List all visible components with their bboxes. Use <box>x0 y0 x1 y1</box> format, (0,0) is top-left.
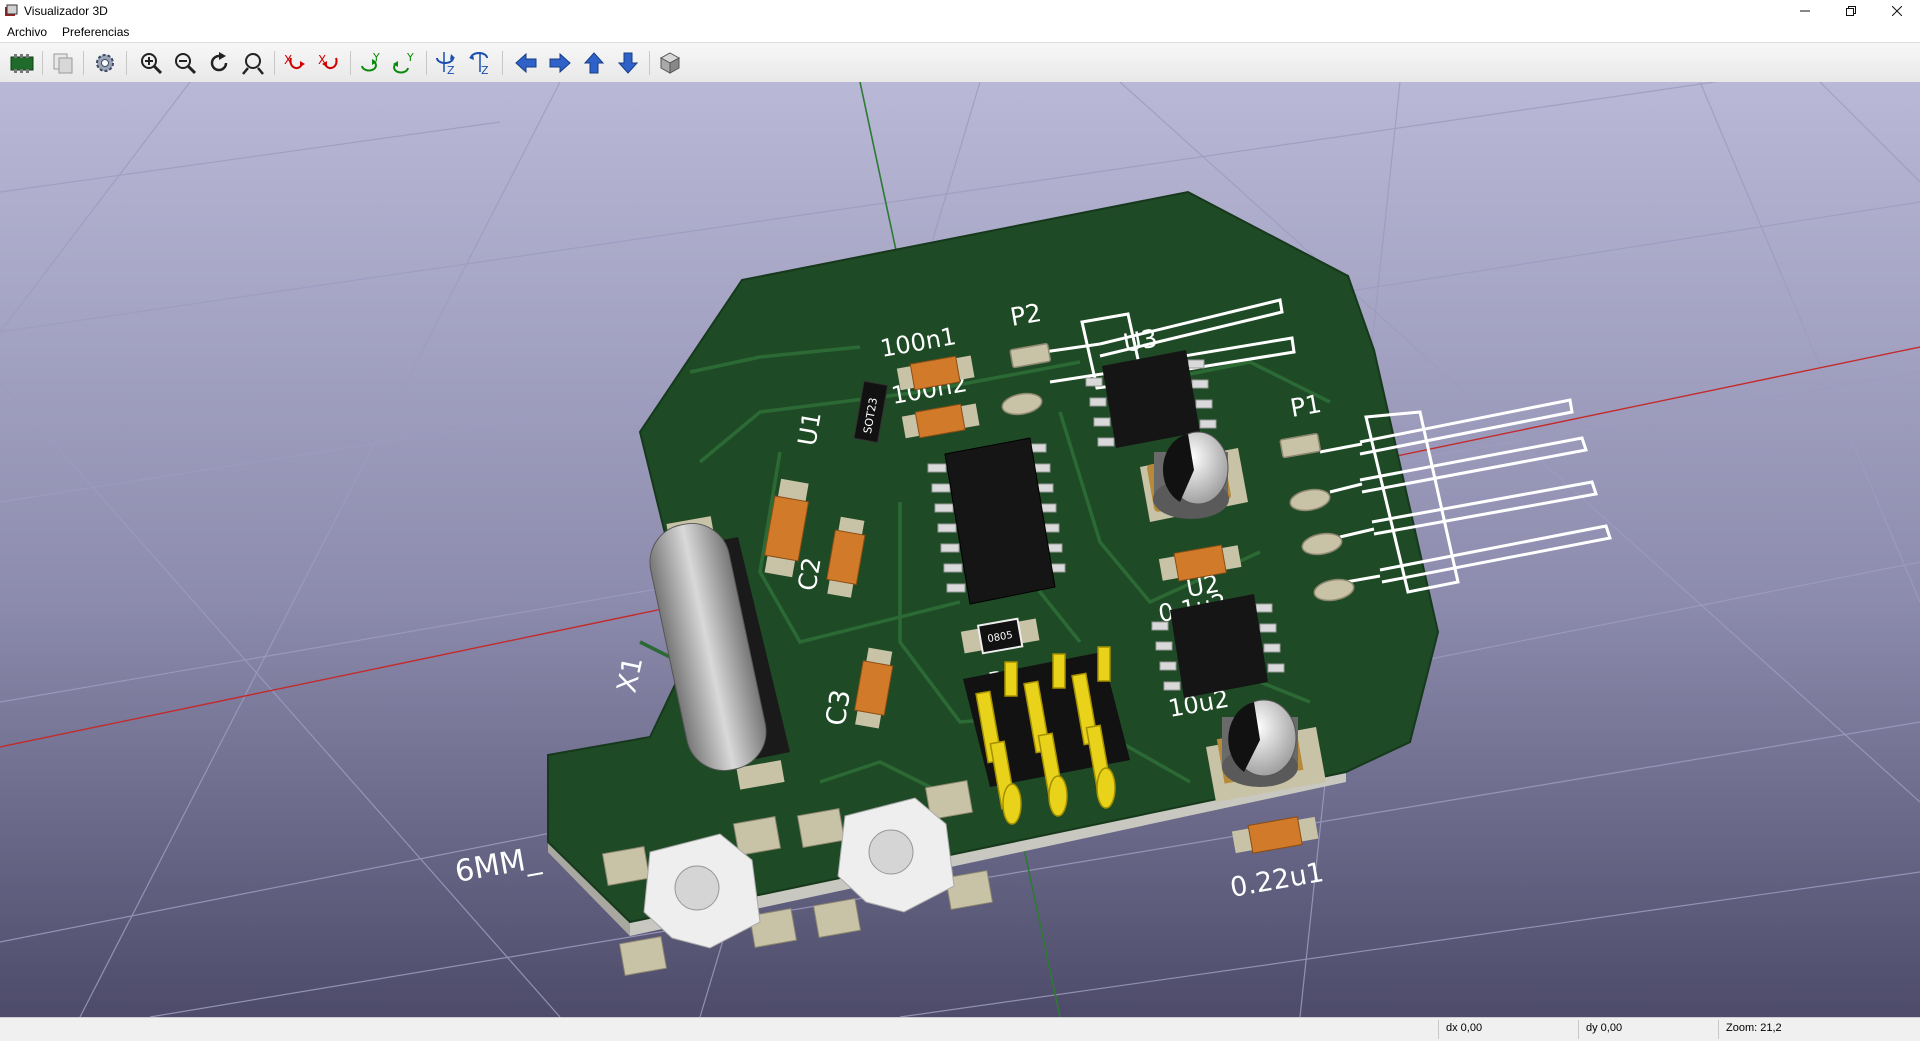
zoom-in-button[interactable] <box>137 49 165 77</box>
zoom-out-button[interactable] <box>171 49 199 77</box>
3d-scene: P2 100n1 100n2 U3 U1 P1 C2 X1 C3 U2 0.1u… <box>0 82 1920 1017</box>
arrow-right-icon <box>549 52 571 74</box>
ortho-view-button[interactable] <box>656 49 684 77</box>
move-left-button[interactable] <box>512 49 540 77</box>
move-right-button[interactable] <box>546 49 574 77</box>
restore-button[interactable] <box>1828 0 1874 22</box>
zoom-in-icon <box>141 53 163 75</box>
minimize-icon <box>1800 10 1810 12</box>
minimize-button[interactable] <box>1782 0 1828 22</box>
status-bar: dx 0,00 dy 0,00 Zoom: 21,2 <box>0 1017 1920 1041</box>
board-icon <box>10 54 34 73</box>
arrow-up-icon <box>583 52 605 74</box>
menu-preferencias[interactable]: Preferencias <box>55 25 137 39</box>
rotate-x-cw-button[interactable]: X <box>281 49 309 77</box>
rotate-z-ccw-icon: Z <box>469 52 489 76</box>
toolbar: X X Y Y Z Z <box>0 42 1920 84</box>
copy-button[interactable] <box>49 49 77 77</box>
menu-bar: Archivo Preferencias <box>0 22 1920 42</box>
rotate-z-cw-button[interactable]: Z <box>433 49 461 77</box>
reload-board-button[interactable] <box>8 49 36 77</box>
label-p1: P1 <box>1288 389 1324 423</box>
app-3d-icon <box>5 4 18 16</box>
status-dy: dy 0,00 <box>1586 1022 1623 1034</box>
copy-icon <box>53 53 73 74</box>
rotate-z-cw-icon: Z <box>436 52 455 76</box>
status-dx: dx 0,00 <box>1446 1022 1483 1034</box>
window-title: Visualizador 3D <box>24 4 108 18</box>
title-bar: Visualizador 3D <box>0 0 1920 22</box>
rotate-z-ccw-button[interactable]: Z <box>467 49 495 77</box>
rotate-x-ccw-icon: X <box>318 53 338 70</box>
status-zoom: Zoom: 21,2 <box>1726 1022 1782 1034</box>
move-up-button[interactable] <box>580 49 608 77</box>
svg-text:Z: Z <box>481 64 489 76</box>
rotate-x-ccw-button[interactable]: X <box>315 49 343 77</box>
gear-icon <box>96 54 114 72</box>
zoom-out-icon <box>175 53 197 75</box>
menu-archivo[interactable]: Archivo <box>0 25 55 39</box>
close-icon <box>1892 6 1902 16</box>
cube-icon <box>659 52 681 74</box>
arrow-down-icon <box>617 52 639 74</box>
close-button[interactable] <box>1874 0 1920 22</box>
svg-text:Y: Y <box>406 51 414 64</box>
zoom-fit-button[interactable] <box>239 49 267 77</box>
label-p2: P2 <box>1008 298 1044 332</box>
redraw-icon <box>210 52 228 72</box>
label-u1: U1 <box>792 409 827 448</box>
rotate-y-cw-button[interactable]: Y <box>357 49 385 77</box>
arrow-left-icon <box>515 52 537 74</box>
redraw-button[interactable] <box>205 49 233 77</box>
label-c3: C3 <box>820 687 857 728</box>
move-down-button[interactable] <box>614 49 642 77</box>
rotate-y-cw-icon: Y <box>361 51 380 72</box>
label-u3: U3 <box>1121 323 1160 358</box>
rotate-y-ccw-icon: Y <box>393 51 414 74</box>
rotate-x-cw-icon: X <box>284 53 305 70</box>
restore-icon <box>1846 6 1856 16</box>
rotate-y-ccw-button[interactable]: Y <box>391 49 419 77</box>
settings-button[interactable] <box>91 49 119 77</box>
3d-viewport[interactable]: P2 100n1 100n2 U3 U1 P1 C2 X1 C3 U2 0.1u… <box>0 82 1920 1017</box>
zoom-fit-icon <box>242 53 264 75</box>
svg-text:Z: Z <box>447 64 455 76</box>
